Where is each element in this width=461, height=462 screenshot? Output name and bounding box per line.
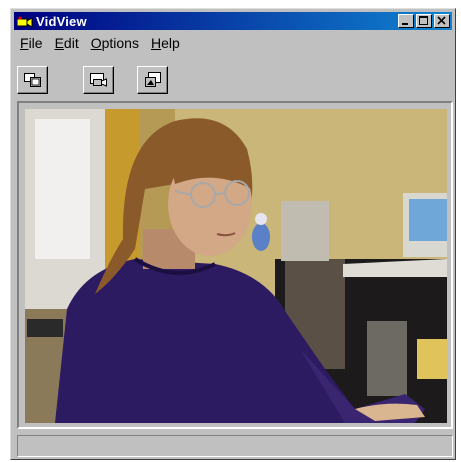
vidview-app-icon[interactable] <box>16 15 33 28</box>
menu-file-accel: F <box>20 35 29 51</box>
close-icon <box>437 16 446 25</box>
live-video-feed[interactable] <box>25 109 447 423</box>
video-frame <box>17 101 453 429</box>
video-image <box>25 109 447 423</box>
window-title: VidView <box>36 13 87 29</box>
menu-edit-accel: E <box>54 35 64 51</box>
close-button[interactable] <box>434 14 450 28</box>
menu-help-label: elp <box>161 35 180 51</box>
menu-file-label: ile <box>28 35 43 51</box>
video-camera-icon <box>90 73 107 87</box>
status-bar <box>17 435 453 457</box>
title-bar[interactable]: VidView <box>14 12 452 30</box>
menu-file[interactable]: File <box>14 35 49 51</box>
capture-frame-button[interactable] <box>17 66 48 94</box>
maximize-icon <box>419 16 428 25</box>
menu-options[interactable]: Options <box>85 35 145 51</box>
video-camera-button[interactable] <box>83 66 114 94</box>
minimize-icon <box>402 23 408 25</box>
menu-help[interactable]: Help <box>145 35 186 51</box>
toolbar <box>14 55 452 95</box>
maximize-button[interactable] <box>416 14 432 28</box>
capture-frame-icon <box>24 73 41 87</box>
menu-edit-label: dit <box>63 35 79 51</box>
minimize-button[interactable] <box>398 14 414 28</box>
menu-edit[interactable]: Edit <box>49 35 85 51</box>
snapshot-icon <box>145 72 161 87</box>
menu-options-label: ptions <box>101 35 139 51</box>
menu-help-accel: H <box>150 35 162 51</box>
menu-options-accel: O <box>90 35 102 51</box>
vidview-window: VidView File Edit Options Help <box>10 8 456 460</box>
snapshot-button[interactable] <box>137 66 168 94</box>
menu-bar: File Edit Options Help <box>14 33 452 53</box>
